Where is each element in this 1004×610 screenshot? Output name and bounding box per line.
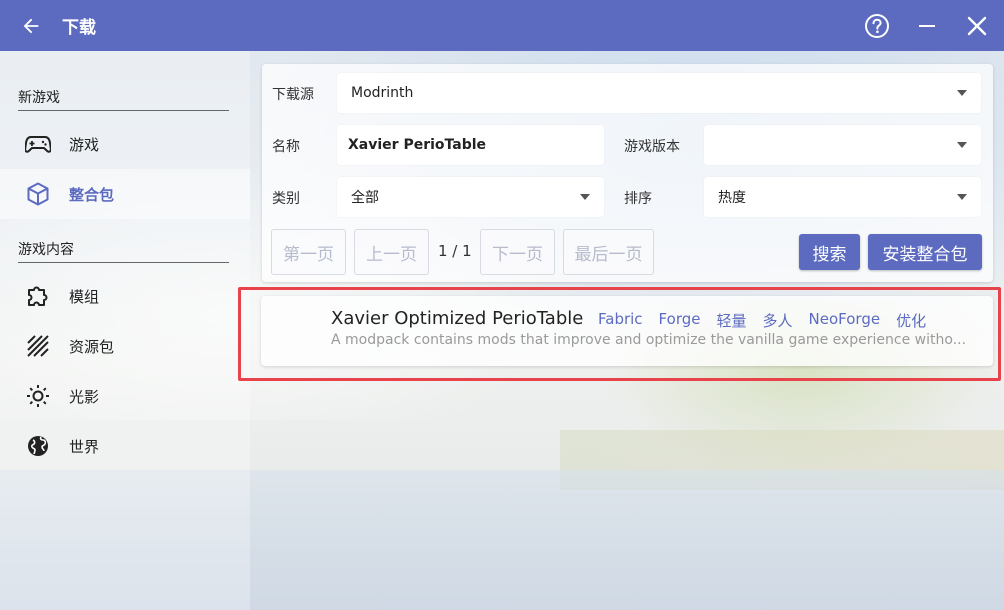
version-select[interactable] <box>704 125 981 165</box>
source-select-value: Modrinth <box>351 85 414 101</box>
tag-fabric: Fabric <box>598 310 643 328</box>
sidebar-item-mods[interactable]: 模组 <box>0 271 250 321</box>
name-input-box[interactable] <box>337 125 604 165</box>
sidebar-item-resourcepacks[interactable]: 资源包 <box>0 321 250 371</box>
sidebar-item-label: 光影 <box>69 387 100 406</box>
help-circle-icon[interactable] <box>862 11 892 41</box>
chevron-down-icon <box>957 142 967 148</box>
sun-icon <box>25 383 51 409</box>
tag-neoforge: NeoForge <box>808 310 881 328</box>
source-label: 下载源 <box>272 87 314 103</box>
search-button[interactable]: 搜索 <box>799 234 860 270</box>
page-indicator: 1 / 1 <box>438 242 472 260</box>
close-icon[interactable] <box>962 11 992 41</box>
category-label: 类别 <box>272 191 300 207</box>
section-title-game-content: 游戏内容 <box>18 239 229 263</box>
first-page-button[interactable]: 第一页 <box>271 229 346 275</box>
result-tags: Fabric Forge 轻量 多人 NeoForge 优化 <box>598 310 942 331</box>
last-page-button[interactable]: 最后一页 <box>563 229 654 275</box>
chevron-down-icon <box>580 194 590 200</box>
prev-page-button[interactable]: 上一页 <box>354 229 429 275</box>
next-page-button[interactable]: 下一页 <box>480 229 555 275</box>
globe-icon <box>25 433 51 459</box>
search-panel: 下载源 Modrinth 名称 游戏版本 类别 全部 排序 热度 第一页 上一页… <box>262 64 993 282</box>
sidebar-item-worlds[interactable]: 世界 <box>0 421 250 471</box>
name-label: 名称 <box>272 139 300 155</box>
arrow-left-icon[interactable] <box>16 11 46 41</box>
sort-select-value: 热度 <box>718 190 746 206</box>
result-description: A modpack contains mods that improve and… <box>331 332 967 348</box>
minimize-icon[interactable] <box>912 11 942 41</box>
category-select[interactable]: 全部 <box>337 177 604 217</box>
sort-label: 排序 <box>624 191 652 207</box>
chevron-down-icon <box>957 90 967 96</box>
puzzle-icon <box>25 283 51 309</box>
sort-select[interactable]: 热度 <box>704 177 981 217</box>
source-select[interactable]: Modrinth <box>337 73 981 113</box>
version-label: 游戏版本 <box>624 139 680 155</box>
section-title-new-game: 新游戏 <box>18 87 229 111</box>
texture-stripes-icon <box>25 333 51 359</box>
sidebar-item-label: 世界 <box>69 437 100 456</box>
chevron-down-icon <box>957 194 967 200</box>
page-title: 下载 <box>62 18 96 38</box>
name-input[interactable] <box>348 137 588 153</box>
install-modpack-button[interactable]: 安装整合包 <box>868 234 982 270</box>
result-item[interactable]: Xavier Optimized PerioTable Fabric Forge… <box>261 296 993 366</box>
sidebar-item-game[interactable]: 游戏 <box>0 119 250 169</box>
package-cube-icon <box>25 181 51 207</box>
tag-optimization: 优化 <box>896 312 927 330</box>
category-select-value: 全部 <box>351 190 379 206</box>
sidebar: 新游戏 游戏 整合包 游戏内容 模组 资源包 光影 世界 <box>0 51 250 610</box>
title-bar: 下载 <box>0 0 1004 51</box>
sidebar-item-label: 资源包 <box>69 337 115 356</box>
tag-lightweight: 轻量 <box>716 312 747 330</box>
sidebar-item-modpack[interactable]: 整合包 <box>0 169 250 219</box>
sidebar-item-label: 整合包 <box>69 185 115 204</box>
sidebar-item-label: 游戏 <box>69 135 100 154</box>
result-title: Xavier Optimized PerioTable <box>331 308 584 329</box>
gamepad-icon <box>25 131 51 157</box>
tag-multiplayer: 多人 <box>762 312 793 330</box>
sidebar-item-label: 模组 <box>69 287 100 306</box>
tag-forge: Forge <box>658 310 701 328</box>
sidebar-item-shaders[interactable]: 光影 <box>0 371 250 421</box>
